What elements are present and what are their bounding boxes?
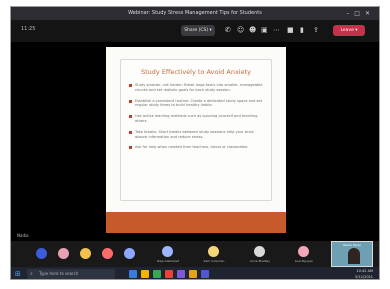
- participant-tile[interactable]: [101, 245, 115, 265]
- title-bar: Webinar: Study Stress Management Tips fo…: [11, 7, 379, 20]
- search-placeholder: Type here to search: [39, 271, 79, 276]
- taskbar-app-icon[interactable]: [165, 270, 173, 278]
- participant-name: Anna Bradley: [249, 259, 271, 263]
- avatar: [58, 248, 69, 259]
- teams-window: Webinar: Study Stress Management Tips fo…: [10, 6, 380, 280]
- system-tray-clock[interactable]: 10:42 AM 5/12/2021: [355, 268, 373, 279]
- avatar: [298, 246, 309, 257]
- self-video-tile[interactable]: Nadia Perez: [331, 241, 373, 267]
- rooms-icon[interactable]: ▣: [261, 26, 268, 35]
- participant-gallery: Raja Alshareef Sam Coleman Anna Bradley …: [11, 241, 379, 267]
- slide-bullet: Establish a consistent routine: Create a…: [129, 99, 263, 109]
- avatar: [80, 248, 91, 259]
- taskbar-search-box[interactable]: ⌕ Type here to search: [27, 269, 115, 279]
- slide-card: Study Effectively to Avoid Anxiety Study…: [120, 59, 272, 201]
- participant-tile[interactable]: Raja Alshareef: [153, 245, 183, 265]
- slide-bullet: Study smarter, not harder: Break large t…: [129, 83, 263, 93]
- avatar: [124, 248, 135, 259]
- camera-icon[interactable]: ■: [287, 26, 294, 35]
- window-controls[interactable]: –□✕: [346, 7, 375, 20]
- windows-start-icon[interactable]: ⊞: [15, 270, 23, 278]
- meeting-timer: 11:25: [21, 26, 36, 32]
- participant-name: Nadia Perez: [343, 243, 361, 247]
- os-taskbar: ⊞ ⌕ Type here to search 10:42 AM 5/12/20…: [11, 267, 379, 279]
- avatar: [254, 246, 265, 257]
- more-icon[interactable]: ⋯: [273, 26, 280, 35]
- reactions-icon[interactable]: ☻: [249, 26, 256, 35]
- mic-icon[interactable]: ▮: [300, 26, 304, 35]
- participant-tile[interactable]: [35, 245, 49, 265]
- taskbar-app-icon[interactable]: [141, 270, 149, 278]
- participant-tile[interactable]: Sam Coleman: [199, 245, 229, 265]
- avatar: [208, 246, 219, 257]
- presenter-caption: Nadia: [17, 233, 29, 238]
- slide-footer-band: [106, 212, 286, 233]
- share-tray-button[interactable]: Share (CS) ▾: [181, 25, 215, 36]
- meeting-toolbar: 11:25 Share (CS) ▾ ✆ ☺ ☻ ▣ ⋯ ■ ▮ ⇪ Leave…: [11, 20, 379, 42]
- avatar: [162, 246, 173, 257]
- participant-tile[interactable]: [57, 245, 71, 265]
- participant-tile[interactable]: [79, 245, 93, 265]
- taskbar-app-icon[interactable]: [129, 270, 137, 278]
- taskbar-app-icon[interactable]: [177, 270, 185, 278]
- taskbar-app-icon[interactable]: [153, 270, 161, 278]
- slide-bullet: Take breaks: Short breaks between study …: [129, 130, 263, 140]
- slide-bullet-list: Study smarter, not harder: Break large t…: [129, 83, 263, 156]
- share-icon[interactable]: ⇪: [313, 26, 319, 35]
- window-title: Webinar: Study Stress Management Tips fo…: [128, 10, 262, 16]
- participant-name: Sam Coleman: [203, 259, 225, 263]
- chat-icon[interactable]: ✆: [225, 26, 231, 35]
- participant-tile[interactable]: Lisa Nguyen: [289, 245, 319, 265]
- people-icon[interactable]: ☺: [237, 26, 244, 35]
- slide-bullet: Ask for help when needed from teachers, …: [129, 145, 263, 150]
- close-icon[interactable]: ✕: [365, 10, 375, 17]
- taskbar-app-icon[interactable]: [189, 270, 197, 278]
- participant-tile[interactable]: Anna Bradley: [245, 245, 275, 265]
- video-person: [348, 248, 360, 264]
- avatar: [102, 248, 113, 259]
- tray-date: 5/12/2021: [355, 275, 373, 279]
- participant-name: Lisa Nguyen: [294, 259, 314, 263]
- participant-name: Raja Alshareef: [157, 259, 179, 263]
- participant-tile[interactable]: [123, 245, 137, 265]
- shared-content-stage: Study Effectively to Avoid Anxiety Study…: [11, 42, 379, 241]
- maximize-icon[interactable]: □: [354, 10, 365, 17]
- slide-title: Study Effectively to Avoid Anxiety: [140, 68, 251, 76]
- avatar: [36, 248, 47, 259]
- presentation-slide: Study Effectively to Avoid Anxiety Study…: [106, 47, 286, 233]
- slide-bullet: Use active learning methods such as quiz…: [129, 114, 263, 124]
- teams-app-icon[interactable]: [201, 270, 209, 278]
- leave-button[interactable]: Leave ▾: [333, 25, 365, 36]
- search-icon: ⌕: [30, 271, 33, 277]
